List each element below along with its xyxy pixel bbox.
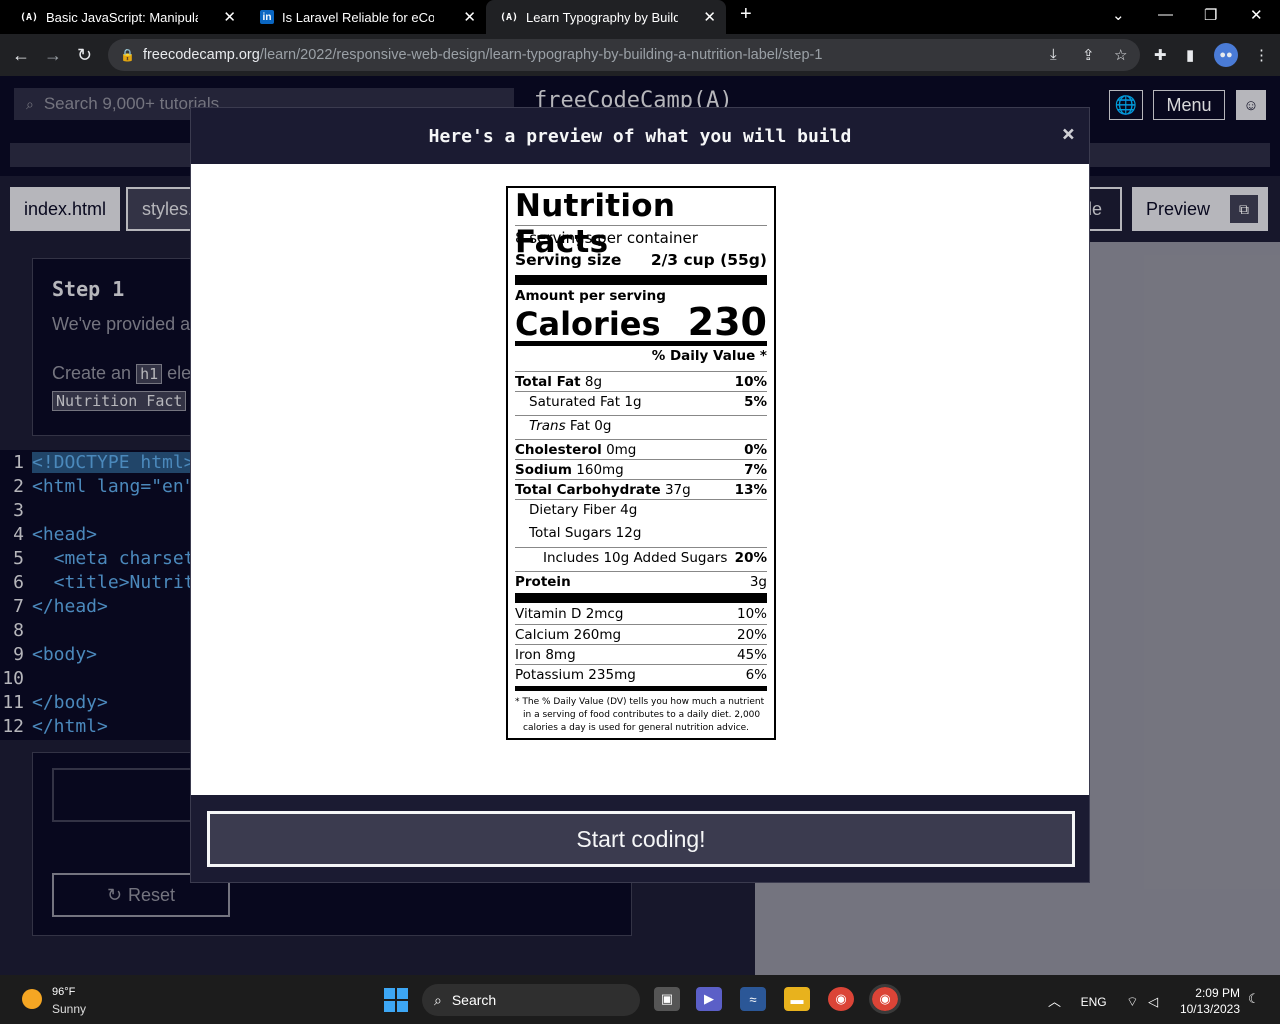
serving-size-row: Serving size 2/3 cup (55g) (515, 251, 767, 269)
weather-temp[interactable]: 96°F (52, 986, 75, 998)
tab-close-icon[interactable]: ✕ (703, 8, 716, 26)
new-tab-icon[interactable]: + (740, 3, 752, 26)
tab-close-icon[interactable]: ✕ (223, 8, 236, 26)
url-domain: freecodecamp.org (142, 47, 260, 63)
chrome-icon[interactable]: ◉ (828, 987, 854, 1011)
linkedin-favicon-icon: in (260, 10, 274, 24)
reload-icon[interactable]: ↻ (77, 45, 92, 66)
nutrient-row: Protein 3g (515, 571, 767, 591)
back-icon[interactable]: ← (12, 45, 30, 66)
notification-moon-icon[interactable]: ☾ (1248, 991, 1260, 1007)
clock[interactable]: 2:09 PM 10/13/2023 (1170, 985, 1240, 1017)
windows-start-icon[interactable] (384, 988, 408, 1012)
fcc-favicon-icon: (A) (499, 11, 519, 23)
nutrition-label: Nutrition Facts 8 servings per container… (506, 186, 776, 740)
tab-title: Basic JavaScript: Manipulate Arrays (46, 9, 198, 25)
calories-label: Calories (515, 305, 661, 343)
nutrient-row: Sodium 160mg 7% (515, 459, 767, 479)
vitamin-row: Iron 8mg 45% (515, 644, 767, 664)
teams-chat-icon[interactable]: ▶ (696, 987, 722, 1011)
date: 10/13/2023 (1179, 1002, 1240, 1016)
address-bar[interactable]: 🔒 freecodecamp.org /learn/2022/responsiv… (108, 39, 1140, 71)
start-coding-button[interactable]: Start coding! (207, 811, 1075, 867)
tab-search-icon[interactable]: ⌄ (1112, 6, 1125, 24)
profile-avatar-icon[interactable]: ●● (1214, 43, 1238, 67)
taskbar-search[interactable]: ⌕ Search (422, 984, 640, 1016)
restore-icon[interactable]: ❐ (1204, 6, 1217, 24)
browser-tab-3-active[interactable]: (A) Learn Typography by Building a ✕ (486, 0, 726, 34)
volume-icon[interactable]: ◁ (1148, 994, 1158, 1009)
nutrient-row: Total Carbohydrate 37g 13% (515, 479, 767, 499)
preview-modal: Here's a preview of what you will build … (190, 107, 1090, 883)
servings-per-container: 8 servings per container (515, 229, 698, 247)
extensions-icon[interactable]: ✚ (1154, 46, 1167, 64)
search-icon: ⌕ (434, 991, 442, 1008)
label-heading: Nutrition Facts (515, 188, 767, 260)
daily-value-header: % Daily Value * (651, 348, 767, 364)
browser-toolbar: ← → ↻ 🔒 freecodecamp.org /learn/2022/res… (0, 34, 1280, 76)
sun-icon[interactable] (22, 989, 42, 1009)
chevron-up-icon[interactable]: ︿ (1048, 994, 1061, 1009)
chrome-profile-icon[interactable]: ◉ (869, 984, 901, 1014)
browser-tab-2[interactable]: in Is Laravel Reliable for eCommerce ✕ (246, 0, 486, 34)
close-icon[interactable]: × (1062, 122, 1075, 147)
calories-row: Calories 230 (515, 300, 767, 344)
minimize-icon[interactable]: — (1158, 6, 1173, 23)
close-window-icon[interactable]: ✕ (1250, 6, 1263, 24)
tab-title: Learn Typography by Building a (526, 9, 678, 25)
side-panel-icon[interactable]: ▮ (1186, 46, 1194, 64)
windows-taskbar: 96°F Sunny ⌕ Search ▣ ▶ ≈ ▬ ◉ ◉ ︿ ENG ⌔ … (0, 975, 1280, 1024)
lock-icon: 🔒 (120, 48, 135, 62)
modal-footer: Start coding! (191, 795, 1089, 882)
nutrient-row: Dietary Fiber 4g (515, 499, 767, 519)
serving-size-label: Serving size (515, 251, 622, 269)
vitamin-row: Potassium 235mg 6% (515, 664, 767, 684)
medium-divider (515, 686, 767, 691)
serving-size-value: 2/3 cup (55g) (650, 251, 767, 269)
calories-value: 230 (687, 300, 767, 344)
fcc-favicon-icon: (A) (19, 11, 39, 23)
search-label: Search (451, 992, 497, 1008)
nutrient-row: Total Sugars 12g (529, 525, 642, 541)
nutrient-row: Trans Fat 0g (515, 415, 767, 435)
weather-condition[interactable]: Sunny (52, 1002, 86, 1016)
vitamin-row: Calcium 260mg 20% (515, 624, 767, 644)
language-indicator[interactable]: ENG (1081, 995, 1107, 1009)
tab-close-icon[interactable]: ✕ (463, 8, 476, 26)
bookmark-star-icon[interactable]: ☆ (1114, 46, 1127, 64)
nutrient-row: Saturated Fat 1g 5% (515, 391, 767, 411)
modal-title: Here's a preview of what you will build (428, 125, 852, 147)
wifi-icon[interactable]: ⌔ (1126, 994, 1138, 1009)
nutrient-row: Includes 10g Added Sugars 20% (515, 547, 767, 567)
tab-title: Is Laravel Reliable for eCommerce (282, 9, 434, 25)
photos-icon[interactable]: ≈ (740, 987, 766, 1011)
vitamin-row: Vitamin D 2mcg 10% (515, 606, 767, 622)
thick-divider (515, 593, 767, 603)
browser-tab-strip: (A) Basic JavaScript: Manipulate Arrays … (0, 0, 1280, 34)
browser-tab-1[interactable]: (A) Basic JavaScript: Manipulate Arrays … (6, 0, 246, 34)
install-icon[interactable]: ⤓ (1050, 46, 1057, 63)
time: 2:09 PM (1195, 986, 1240, 1000)
system-tray: ︿ ENG ⌔ ◁ (1048, 991, 1158, 1010)
share-icon[interactable]: ⇪ (1082, 46, 1095, 64)
footnote: * The % Daily Value (DV) tells you how m… (515, 697, 765, 733)
nutrient-row: Cholesterol 0mg 0% (515, 439, 767, 459)
forward-icon[interactable]: → (44, 45, 62, 66)
task-view-icon[interactable]: ▣ (654, 987, 680, 1011)
url-path: /learn/2022/responsive-web-design/learn-… (259, 47, 823, 63)
file-explorer-icon[interactable]: ▬ (784, 987, 810, 1011)
chrome-menu-icon[interactable]: ⋮ (1254, 46, 1269, 64)
medium-divider (515, 341, 767, 346)
thick-divider (515, 275, 767, 285)
modal-header: Here's a preview of what you will build … (191, 108, 1089, 164)
nutrient-row: Total Fat 8g 10% (515, 371, 767, 391)
